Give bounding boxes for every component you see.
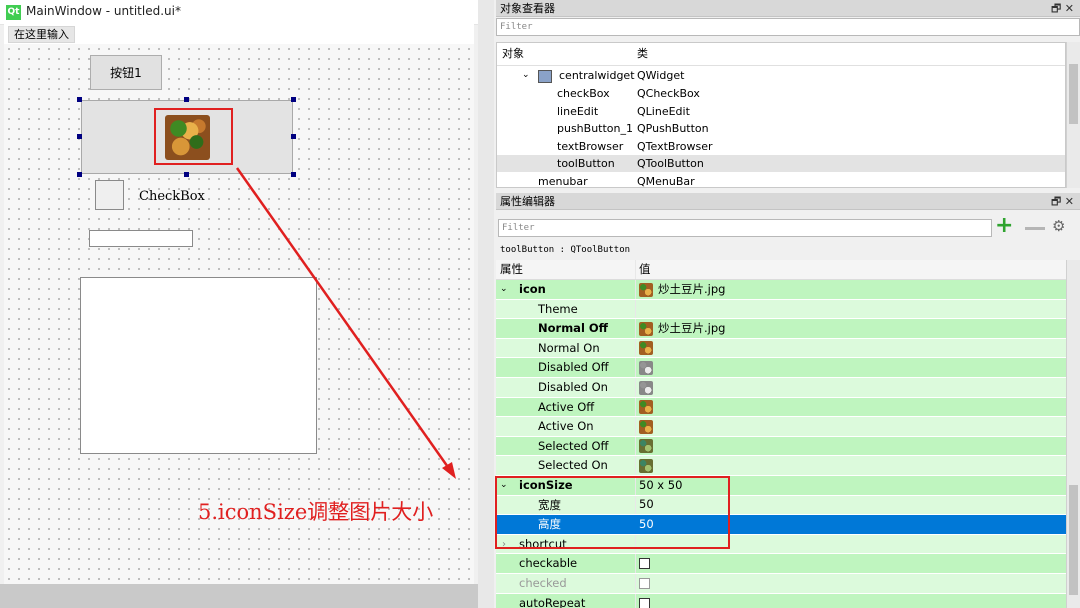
property-row-normal-on[interactable]: Normal On <box>496 338 1066 359</box>
col-object-header: 对象 <box>502 47 524 60</box>
configure-wrench-icon[interactable]: ⚙ <box>1052 217 1065 235</box>
image-thumbnail-icon <box>639 380 653 395</box>
property-row-selected-off[interactable]: Selected Off <box>496 436 1066 457</box>
image-thumbnail-icon <box>639 419 653 434</box>
property-filter-input[interactable]: Filter <box>498 219 992 237</box>
object-inspector-title: 对象查看器 <box>500 2 555 15</box>
chevron-down-icon[interactable]: ⌄ <box>500 280 508 300</box>
image-thumbnail-icon <box>639 360 653 375</box>
property-editor-title: 属性编辑器 <box>500 195 555 208</box>
property-row-checked[interactable]: checked <box>496 574 1066 594</box>
property-row-active-on[interactable]: Active On <box>496 417 1066 437</box>
property-header: 属性 值 <box>496 260 1066 280</box>
col-class-header: 类 <box>637 47 648 60</box>
scrollbar-thumb[interactable] <box>1069 485 1078 595</box>
highlight-box <box>495 476 730 549</box>
property-row-selected-on[interactable]: Selected On <box>496 456 1066 476</box>
object-row-checkbox[interactable]: checkBox QCheckBox <box>497 85 1065 102</box>
object-row-textbrowser[interactable]: textBrowser QTextBrowser <box>497 138 1065 155</box>
scrollbar-thumb[interactable] <box>1069 64 1078 124</box>
image-thumbnail-icon <box>639 458 653 473</box>
add-property-icon[interactable]: + <box>995 215 1013 237</box>
dock-float-close-icon[interactable]: 🗗 ✕ <box>1051 0 1074 17</box>
object-inspector-title-bar: 对象查看器 🗗 ✕ <box>496 0 1080 17</box>
property-row-autorepeat[interactable]: autoRepeat <box>496 593 1066 608</box>
object-row-pushbutton[interactable]: pushButton_1 QPushButton <box>497 120 1065 137</box>
property-context-label: toolButton : QToolButton <box>500 245 631 255</box>
image-thumbnail-icon <box>639 321 653 336</box>
property-table: 属性 值 ⌄ icon 炒土豆片.jpg Theme Normal Off 炒土… <box>496 260 1066 608</box>
image-thumbnail-icon <box>639 282 653 297</box>
image-thumbnail-icon <box>639 439 653 454</box>
object-tree-header: 对象 类 <box>497 43 1065 66</box>
object-row-toolbutton[interactable]: toolButton QToolButton <box>497 155 1065 172</box>
property-row-theme[interactable]: Theme <box>496 299 1066 320</box>
widget-icon <box>538 70 552 83</box>
property-table-scrollbar[interactable] <box>1066 260 1080 608</box>
checked-checkbox[interactable] <box>639 578 650 589</box>
property-row-disabled-on[interactable]: Disabled On <box>496 378 1066 398</box>
property-row-active-off[interactable]: Active Off <box>496 397 1066 418</box>
image-thumbnail-icon <box>639 341 653 356</box>
chevron-down-icon[interactable]: ⌄ <box>522 67 530 84</box>
image-thumbnail-icon <box>639 400 653 415</box>
object-row-lineedit[interactable]: lineEdit QLineEdit <box>497 103 1065 120</box>
property-row-checkable[interactable]: checkable <box>496 554 1066 574</box>
property-editor-title-bar: 属性编辑器 🗗 ✕ <box>496 193 1080 210</box>
autorepeat-checkbox[interactable] <box>639 597 650 608</box>
object-tree: 对象 类 ⌄ centralwidget QWidget checkBox QC… <box>496 42 1066 188</box>
property-row-icon[interactable]: ⌄ icon 炒土豆片.jpg <box>496 280 1066 300</box>
object-tree-scrollbar[interactable] <box>1066 42 1080 188</box>
checkable-checkbox[interactable] <box>639 558 650 570</box>
property-row-normal-off[interactable]: Normal Off 炒土豆片.jpg <box>496 319 1066 339</box>
remove-property-icon[interactable] <box>1025 227 1045 230</box>
object-row-centralwidget[interactable]: ⌄ centralwidget QWidget <box>497 67 1065 84</box>
property-row-disabled-off[interactable]: Disabled Off <box>496 358 1066 378</box>
dock-float-close-icon[interactable]: 🗗 ✕ <box>1051 193 1074 210</box>
object-filter-input[interactable]: Filter <box>496 18 1080 36</box>
object-inspector-panel: 对象查看器 🗗 ✕ Filter 对象 类 ⌄ centralwidget QW… <box>496 0 1080 193</box>
object-row-menubar[interactable]: menubar QMenuBar <box>497 173 1065 187</box>
panel-splitter[interactable] <box>478 0 494 608</box>
